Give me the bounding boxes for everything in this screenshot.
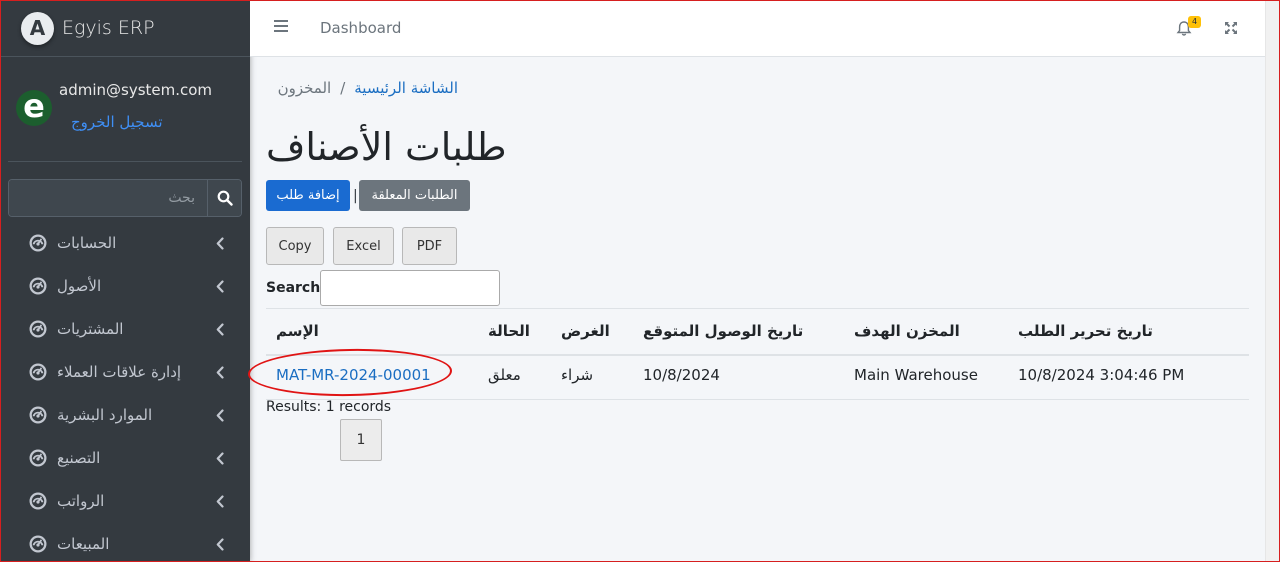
tachometer-icon [29,406,47,424]
sidebar-item-label: الأصول [57,276,102,295]
chevron-left-icon [216,364,224,383]
tachometer-icon [29,535,47,553]
tachometer-icon [29,320,47,338]
button-divider: | [353,188,358,204]
dashboard-link[interactable]: Dashboard [320,19,401,37]
table-search-label: Search: [266,280,326,296]
tachometer-icon [29,492,47,510]
excel-button[interactable]: Excel [333,227,394,265]
breadcrumb-home-link[interactable]: الشاشة الرئيسية [354,79,458,97]
sidebar-item-label: الموارد البشرية [57,405,153,424]
breadcrumb-separator: / [340,79,346,97]
request-expected-arrival: 10/8/2024 [643,366,720,384]
table-header-border [266,354,1249,356]
brand-name: Egyis ERP [62,17,155,39]
sidebar-search [8,179,242,217]
logout-link[interactable]: تسجيل الخروج [71,113,163,131]
fullscreen-icon[interactable] [1224,21,1238,35]
request-purpose: شراء [561,366,594,384]
sidebar-nav: الحسابات الأصول المشتريات إدارة علاقات العم… [0,221,250,562]
tachometer-icon [29,449,47,467]
search-icon [217,190,233,206]
sidebar-search-button[interactable] [207,180,241,216]
sidebar-search-input[interactable] [9,180,207,216]
column-header-target-warehouse[interactable]: المخزن الهدف [854,322,960,340]
column-header-expected-arrival[interactable]: تاريخ الوصول المتوقع [643,322,803,340]
chevron-left-icon [216,407,224,426]
page-title: طلبات الأصناف [266,125,507,169]
pending-requests-button[interactable]: الطلبات المعلقة [359,180,470,211]
sidebar-item[interactable]: الأصول [0,264,250,307]
breadcrumb-current: المخزون [277,79,332,97]
request-date: 10/8/2024 3:04:46 PM [1018,366,1185,384]
tachometer-icon [29,363,47,381]
chevron-left-icon [216,536,224,555]
top-navbar: Dashboard 4 [250,0,1265,57]
sidebar-item-label: الرواتب [57,491,105,510]
table-search-input[interactable] [320,270,500,306]
tachometer-icon [29,277,47,295]
sidebar: A Egyis ERP e admin@system.com تسجيل الخ… [0,0,250,562]
sidebar-item[interactable]: الموارد البشرية [0,393,250,436]
sidebar-item[interactable]: الرواتب [0,479,250,522]
add-request-button[interactable]: إضافة طلب [266,180,350,211]
chevron-left-icon [216,493,224,512]
results-count: Results: 1 records [266,399,392,415]
sidebar-item[interactable]: المشتريات [0,307,250,350]
sidebar-item-label: التصنيع [57,448,101,467]
column-header-purpose[interactable]: الغرض [561,322,610,340]
request-name-link[interactable]: MAT-MR-2024-00001 [276,366,431,384]
pdf-button[interactable]: PDF [402,227,457,265]
table-bottom-border [266,399,1249,400]
breadcrumb: الشاشة الرئيسية / المخزون [278,79,458,97]
pagination-page-1[interactable]: 1 [340,419,382,461]
sidebar-item-label: المبيعات [57,534,110,553]
sidebar-item[interactable]: التصنيع [0,436,250,479]
main-content: الشاشة الرئيسية / المخزون طلبات الأصناف إض… [247,57,1265,562]
user-panel: e admin@system.com تسجيل الخروج [8,57,242,162]
sidebar-item[interactable]: إدارة علاقات العملاء [0,350,250,393]
chevron-left-icon [216,450,224,469]
sidebar-item-label: الحسابات [57,233,117,252]
avatar: e [16,90,52,126]
table-top-border [266,308,1249,309]
chevron-left-icon [216,321,224,340]
sidebar-item-label: المشتريات [57,319,124,338]
sidebar-item[interactable]: الحسابات [0,221,250,264]
column-header-request-date[interactable]: تاريخ تحرير الطلب [1018,322,1153,340]
chevron-left-icon [216,235,224,254]
chevron-left-icon [216,278,224,297]
menu-toggle-icon[interactable] [274,20,288,34]
tachometer-icon [29,234,47,252]
request-status: معلق [488,366,521,384]
column-header-name[interactable]: الإسم [276,322,319,340]
copy-button[interactable]: Copy [266,227,324,265]
column-header-status[interactable]: الحالة [488,322,530,340]
user-email[interactable]: admin@system.com [59,81,212,99]
request-target-warehouse: Main Warehouse [854,366,978,384]
notification-badge: 4 [1188,16,1201,28]
page-scrollbar[interactable] [1265,0,1280,562]
sidebar-item[interactable]: المبيعات [0,522,250,562]
sidebar-item-label: إدارة علاقات العملاء [57,362,182,381]
brand-link[interactable]: A Egyis ERP [0,0,250,57]
brand-logo-icon: A [21,11,54,45]
